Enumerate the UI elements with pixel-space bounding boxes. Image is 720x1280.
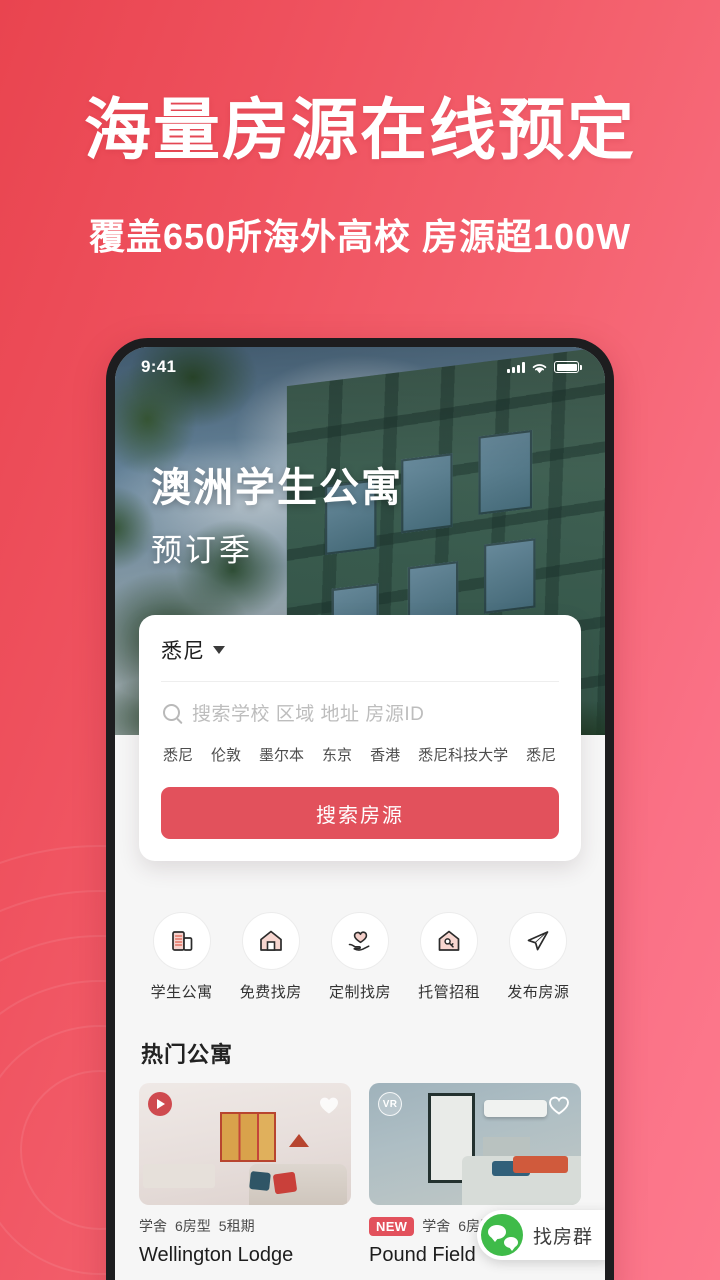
paper-plane-icon [527, 931, 549, 951]
quick-action-free-find[interactable]: 免费找房 [231, 912, 311, 1002]
house-icon [259, 930, 282, 951]
search-tag[interactable]: 伦敦 [211, 744, 241, 765]
promo-subheadline: 覆盖650所海外高校 房源超100W [88, 215, 632, 257]
buildings-icon [171, 931, 192, 951]
search-tag[interactable]: 悉尼 [163, 744, 193, 765]
search-tag[interactable]: 香港 [370, 744, 400, 765]
quick-action-student-apartment[interactable]: 学生公寓 [142, 912, 222, 1002]
house-key-icon [438, 930, 460, 951]
apartment-meta: 学舍 6房型 5租期 [139, 1216, 351, 1236]
search-button[interactable]: 搜索房源 [161, 787, 559, 839]
wechat-group-button[interactable]: 找房群 [476, 1210, 605, 1260]
search-suggestion-tags: 悉尼 伦敦 墨尔本 东京 香港 悉尼科技大学 悉尼 [161, 736, 559, 769]
wechat-icon [480, 1214, 523, 1256]
apartment-title: Wellington Lodge [139, 1244, 294, 1266]
wechat-group-label: 找房群 [532, 1226, 593, 1248]
quick-action-custom-find[interactable]: 定制找房 [320, 912, 400, 1002]
hero-subtitle: 预订季 [151, 533, 253, 568]
new-badge: NEW [369, 1216, 415, 1236]
wifi-icon [532, 363, 547, 373]
search-icon [163, 704, 180, 721]
city-selector[interactable]: 悉尼 [161, 635, 559, 682]
status-time: 9:41 [141, 357, 177, 376]
meta-tag: 学舍 [139, 1218, 167, 1234]
search-tag[interactable]: 悉尼 [526, 744, 556, 765]
status-bar: 9:41 [115, 347, 605, 387]
play-icon[interactable] [148, 1092, 172, 1116]
quick-action-label: 免费找房 [239, 984, 302, 1001]
meta-tag: 5租期 [218, 1218, 255, 1234]
hand-heart-icon [348, 931, 370, 951]
search-tag[interactable]: 墨尔本 [259, 744, 304, 765]
search-tag[interactable]: 悉尼科技大学 [418, 744, 508, 765]
vr-icon[interactable]: VR [378, 1092, 402, 1116]
quick-action-label: 发布房源 [507, 984, 570, 1001]
heart-icon[interactable] [316, 1091, 342, 1117]
phone-mockup: 9:41 澳洲学生公寓 预订季 悉尼 搜索学校 区域 地址 房源ID 悉尼 伦敦… [106, 338, 614, 1280]
hero-title: 澳洲学生公寓 [151, 466, 403, 510]
hero-copy: 澳洲学生公寓 预订季 [151, 455, 403, 570]
search-card: 悉尼 搜索学校 区域 地址 房源ID 悉尼 伦敦 墨尔本 东京 香港 悉尼科技大… [139, 615, 581, 861]
app-screen: 9:41 澳洲学生公寓 预订季 悉尼 搜索学校 区域 地址 房源ID 悉尼 伦敦… [115, 347, 605, 1280]
meta-tag: 6房型 [175, 1218, 211, 1234]
search-placeholder: 搜索学校 区域 地址 房源ID [192, 704, 425, 725]
quick-action-publish-listing[interactable]: 发布房源 [498, 912, 578, 1002]
search-tag[interactable]: 东京 [322, 744, 352, 765]
promo-headline: 海量房源在线预定 [84, 93, 636, 168]
quick-actions-row: 学生公寓 免费找房 定制找房 托管招租 发布房源 [115, 912, 605, 1002]
meta-tag: 学舍 [422, 1218, 451, 1234]
search-input[interactable]: 搜索学校 区域 地址 房源ID [161, 682, 559, 736]
quick-action-managed-rental[interactable]: 托管招租 [409, 912, 489, 1002]
apartment-photo [139, 1083, 351, 1205]
city-selector-value: 悉尼 [161, 640, 205, 663]
signal-bars-icon [507, 361, 525, 373]
heart-icon[interactable] [546, 1091, 572, 1117]
promo-text-block: 海量房源在线预定 覆盖650所海外高校 房源超100W [0, 94, 720, 260]
promo-banner: 海量房源在线预定 覆盖650所海外高校 房源超100W 9:41 澳洲学生公寓 … [0, 0, 720, 1280]
battery-icon [554, 361, 582, 373]
section-heading-hot-apartments: 热门公寓 [141, 1042, 234, 1067]
chevron-down-icon [213, 646, 225, 654]
quick-action-label: 学生公寓 [150, 984, 213, 1001]
apartment-photo: VR [369, 1083, 581, 1205]
quick-action-label: 托管招租 [418, 984, 481, 1001]
apartment-card[interactable]: 学舍 6房型 5租期 Wellington Lodge [139, 1083, 351, 1267]
quick-action-label: 定制找房 [328, 984, 391, 1001]
